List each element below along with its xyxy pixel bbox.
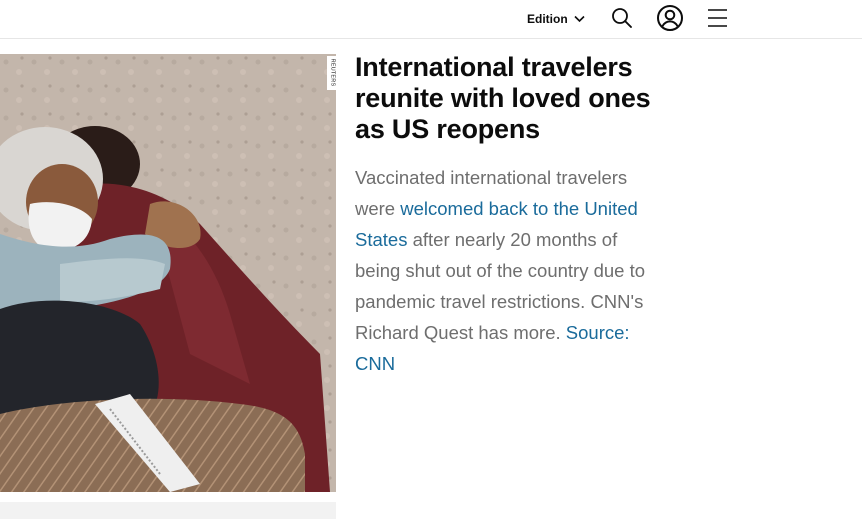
content-strip xyxy=(0,502,336,519)
article-description: Vaccinated international travelers were … xyxy=(355,162,655,379)
video-thumbnail[interactable] xyxy=(0,54,336,492)
hamburger-menu-icon[interactable] xyxy=(707,8,728,28)
article-headline[interactable]: International travelers reunite with lov… xyxy=(355,52,675,145)
edition-label: Edition xyxy=(527,12,568,26)
site-header: Edition xyxy=(0,0,862,39)
photo-credit: REUTERS xyxy=(327,56,336,90)
search-icon[interactable] xyxy=(611,7,633,29)
user-icon[interactable] xyxy=(656,4,684,32)
chevron-down-icon xyxy=(574,15,585,23)
edition-selector[interactable]: Edition xyxy=(527,10,585,28)
photo-credit-label: REUTERS xyxy=(329,58,336,87)
travelers-hug-image xyxy=(0,54,336,492)
